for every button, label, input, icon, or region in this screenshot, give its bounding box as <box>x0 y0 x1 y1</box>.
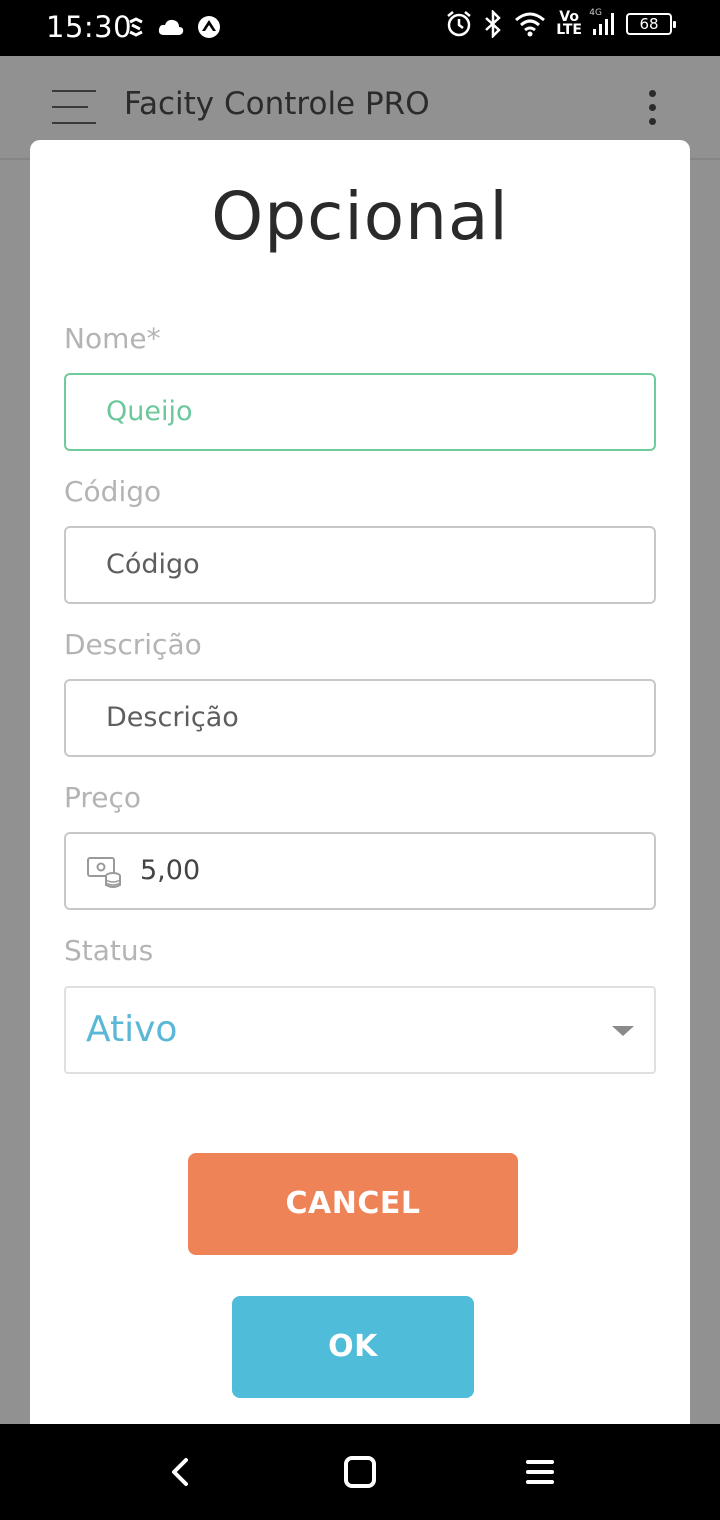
money-icon <box>87 857 121 888</box>
nome-label: Nome* <box>64 322 161 355</box>
alarm-icon <box>447 11 472 37</box>
preco-label: Preço <box>64 781 142 814</box>
status-label: Status <box>64 934 154 967</box>
status-selected-value: Ativo <box>86 1009 178 1050</box>
preco-input-value: 5,00 <box>140 855 201 886</box>
recents-icon[interactable] <box>520 1452 560 1492</box>
bluetooth-icon <box>485 10 502 38</box>
status-right-icons: Vo LTE 68 <box>446 10 676 38</box>
descricao-field[interactable]: Descrição <box>64 679 656 757</box>
more-vert-icon[interactable] <box>640 90 666 126</box>
dialog-title: Opcional <box>211 178 509 255</box>
status-time: 15:30 <box>46 10 133 44</box>
status-left-icons <box>126 14 222 40</box>
nome-field[interactable]: Queijo <box>64 373 656 451</box>
nome-input-value: Queijo <box>106 396 193 427</box>
status-select[interactable]: Ativo <box>64 986 656 1074</box>
vpn-icon <box>198 16 220 38</box>
chevron-down-icon <box>612 1026 634 1036</box>
wifi-icon <box>515 12 546 37</box>
volte-indicator: Vo LTE <box>556 10 582 38</box>
codigo-label: Código <box>64 475 162 508</box>
cloud-icon <box>158 19 184 35</box>
descricao-label: Descrição <box>64 628 202 661</box>
home-icon[interactable] <box>340 1452 380 1492</box>
status-bar: 15:30 4G Vo LTE 68 <box>0 0 720 56</box>
system-nav-bar <box>0 1424 720 1520</box>
volte-bottom: LTE <box>556 22 582 38</box>
cancel-button[interactable]: CANCEL <box>188 1153 518 1255</box>
ok-button[interactable]: OK <box>232 1296 474 1398</box>
codigo-field[interactable]: Código <box>64 526 656 604</box>
battery-icon: 68 <box>626 13 676 35</box>
codigo-placeholder: Código <box>106 549 200 580</box>
opcional-dialog: Opcional Nome* Queijo Código Código Desc… <box>30 140 690 1424</box>
descricao-placeholder: Descrição <box>106 702 239 733</box>
back-icon[interactable] <box>160 1452 200 1492</box>
preco-field[interactable]: 5,00 <box>64 832 656 910</box>
refresh-icon <box>129 17 143 37</box>
hamburger-icon[interactable] <box>52 90 96 124</box>
signal-icon <box>593 13 614 35</box>
app-title: Facity Controle PRO <box>124 86 430 122</box>
